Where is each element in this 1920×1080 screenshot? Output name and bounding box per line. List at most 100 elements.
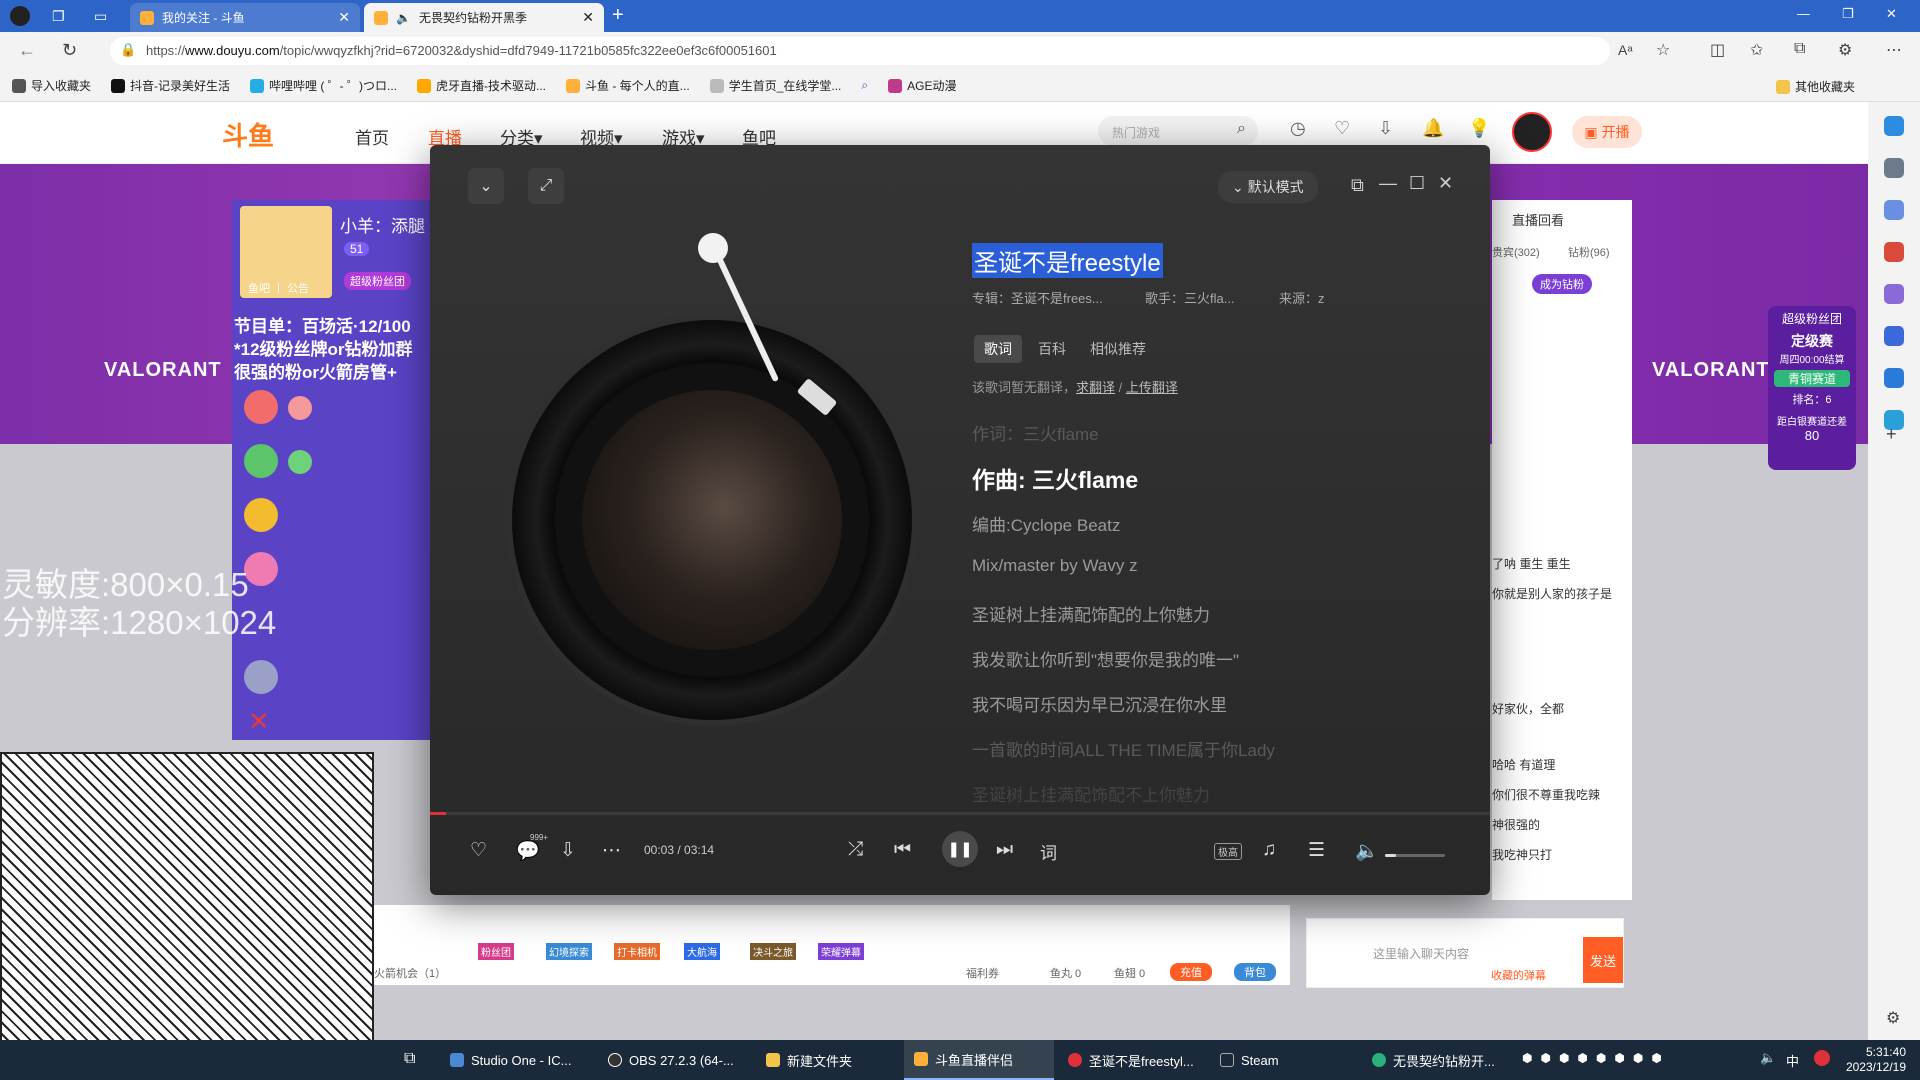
chat-tab-diamond[interactable]: 钻粉(96)	[1568, 244, 1610, 260]
taskbar-folder[interactable]: 新建文件夹	[756, 1040, 862, 1080]
volume-icon[interactable]: 🔈	[1355, 839, 1379, 863]
playlist-icon[interactable]: ☰	[1308, 839, 1325, 862]
gift-voyage[interactable]: 大航海	[684, 943, 720, 960]
tab-similar[interactable]: 相似推荐	[1080, 335, 1156, 363]
upload-translation-link[interactable]: 上传翻译	[1126, 380, 1178, 395]
favorite-star-icon[interactable]: ☆	[1656, 40, 1670, 60]
favorites-icon[interactable]: ✩	[1750, 40, 1763, 60]
image-icon[interactable]	[244, 444, 278, 478]
copilot-icon[interactable]	[1884, 116, 1904, 136]
sound-effect-icon[interactable]: ♫	[1262, 839, 1276, 861]
download-icon[interactable]: ⇩	[560, 839, 576, 862]
live-replay-link[interactable]: 直播回看	[1512, 210, 1564, 229]
close-window-icon[interactable]: ✕	[1886, 6, 1897, 22]
user-icon[interactable]	[244, 390, 278, 424]
tab-my-follow[interactable]: 我的关注 - 斗鱼 ✕	[130, 3, 360, 32]
profile-icon[interactable]	[10, 6, 30, 26]
sidebar-settings-icon[interactable]: ⚙	[1886, 1008, 1900, 1028]
site-search-box[interactable]: 热门游戏 ⌕	[1098, 116, 1258, 146]
nav-home[interactable]: 首页	[355, 124, 389, 149]
chat-tab-vip[interactable]: 贵宾(302)	[1492, 244, 1540, 260]
shopping-icon[interactable]	[1884, 200, 1904, 220]
history-icon[interactable]: ◷	[1290, 118, 1306, 139]
go-live-button[interactable]: ▣ 开播	[1572, 116, 1642, 148]
bookmark-huya[interactable]: 虎牙直播-技术驱动...	[417, 77, 546, 94]
close-tab-icon[interactable]: ✕	[582, 9, 594, 26]
bookmark-douyu[interactable]: 斗鱼 - 每个人的直...	[566, 77, 690, 94]
bookmark-age[interactable]: AGE动漫	[888, 77, 956, 94]
minimize-window-icon[interactable]: —	[1797, 6, 1810, 21]
close-tab-icon[interactable]: ✕	[338, 9, 350, 26]
recharge-button[interactable]: 充值	[1170, 963, 1212, 981]
become-diamond-button[interactable]: 成为钻粉	[1532, 274, 1592, 294]
close-icon[interactable]: ✕	[1438, 173, 1453, 194]
volume-slider[interactable]	[1385, 854, 1445, 857]
request-translation-link[interactable]: 求翻译	[1076, 380, 1115, 395]
flower-icon[interactable]	[244, 552, 278, 586]
backpack-button[interactable]: 背包	[1234, 963, 1276, 981]
sogou-icon[interactable]	[1814, 1050, 1830, 1066]
saved-danmaku[interactable]: 收藏的弹幕	[1491, 967, 1546, 983]
previous-track-icon[interactable]: ⏮	[894, 839, 911, 861]
user-avatar[interactable]	[1512, 112, 1552, 152]
antenna-icon[interactable]	[244, 660, 278, 694]
task-view-icon[interactable]: ⧉	[404, 1050, 415, 1068]
source-label[interactable]: 来源：z	[1279, 288, 1325, 307]
gift-duel[interactable]: 决斗之旅	[750, 943, 796, 960]
url-field[interactable]: 🔒 https://www.douyu.com/topic/wwqyzfkhj?…	[110, 37, 1610, 65]
tab-actions-icon[interactable]: ▭	[94, 8, 107, 25]
comment-icon[interactable]: 💬	[516, 839, 540, 863]
follow-heart-icon[interactable]: ♡	[1334, 118, 1350, 139]
share-icon[interactable]	[288, 396, 312, 420]
shuffle-icon[interactable]: ⤮	[848, 839, 863, 861]
chat-input[interactable]: 这里输入聊天内容	[1373, 945, 1469, 962]
gift-camera[interactable]: 打卡相机	[614, 943, 660, 960]
download-icon[interactable]: ⇩	[1378, 118, 1393, 139]
fullscreen-button[interactable]: ⤢	[528, 168, 564, 204]
extensions-icon[interactable]: ⚙	[1838, 40, 1852, 60]
back-icon[interactable]: ←	[18, 40, 36, 61]
mini-mode-icon[interactable]: ⧉	[1351, 175, 1364, 196]
workspaces-icon[interactable]: ❐	[52, 8, 65, 25]
douyu-logo[interactable]: 斗鱼	[222, 116, 274, 153]
gift-dream[interactable]: 幻境探索	[546, 943, 592, 960]
bookmark-student[interactable]: 学生首页_在线学堂...	[709, 77, 841, 94]
like-heart-icon[interactable]: ♡	[470, 839, 487, 862]
tab-wiki[interactable]: 百科	[1028, 335, 1076, 363]
collections-icon[interactable]: ⧉	[1794, 40, 1805, 58]
more-icon[interactable]: ⋯	[1886, 40, 1902, 60]
lyrics-toggle-button[interactable]: 词	[1040, 839, 1057, 864]
taskbar-obs[interactable]: OBS 27.2.3 (64-...	[598, 1040, 744, 1080]
pause-button[interactable]: ❚❚	[942, 831, 978, 867]
more-options-icon[interactable]: ⋯	[602, 839, 621, 862]
taskbar-studio-one[interactable]: Studio One - IC...	[440, 1040, 581, 1080]
tools-icon[interactable]	[1884, 242, 1904, 262]
volume-tray-icon[interactable]: 🔈	[1760, 1050, 1776, 1066]
restore-window-icon[interactable]: ❐	[1842, 6, 1854, 22]
games-icon[interactable]	[1884, 284, 1904, 304]
system-clock[interactable]: 5:31:40 2023/12/19	[1846, 1045, 1906, 1075]
bookmark-search[interactable]: ⌕	[861, 78, 868, 93]
taskbar-douyu-companion[interactable]: 斗鱼直播伴侣	[904, 1040, 1054, 1080]
lock-icon[interactable]	[244, 498, 278, 532]
bookmark-other[interactable]: 其他收藏夹	[1776, 78, 1855, 95]
gift-fanclub[interactable]: 粉丝团	[478, 943, 514, 960]
read-aloud-icon[interactable]: Aᵃ	[1618, 42, 1633, 58]
singer-label[interactable]: 歌手：三火fla...	[1145, 288, 1235, 307]
split-screen-icon[interactable]: ◫	[1710, 40, 1725, 60]
gift-glory[interactable]: 荣耀弹幕	[818, 943, 864, 960]
progress-bar[interactable]	[430, 812, 1490, 815]
add-icon[interactable]: +	[1886, 424, 1897, 445]
refresh-icon[interactable]: ↻	[62, 40, 77, 61]
search-icon[interactable]: ⌕	[1237, 120, 1246, 138]
search-icon[interactable]	[1884, 158, 1904, 178]
maximize-icon[interactable]: ☐	[1409, 173, 1425, 194]
new-tab-icon[interactable]: +	[612, 4, 624, 27]
office-icon[interactable]	[1884, 326, 1904, 346]
creator-bulb-icon[interactable]: 💡	[1468, 118, 1490, 139]
tab-audio-icon[interactable]: 🔈	[396, 11, 411, 25]
bookmark-import[interactable]: 导入收藏夹	[12, 77, 91, 94]
minimize-icon[interactable]: —	[1379, 173, 1397, 194]
taskbar-edge[interactable]: 无畏契约钻粉开...	[1362, 1040, 1505, 1080]
notification-bell-icon[interactable]: 🔔	[1422, 118, 1444, 139]
